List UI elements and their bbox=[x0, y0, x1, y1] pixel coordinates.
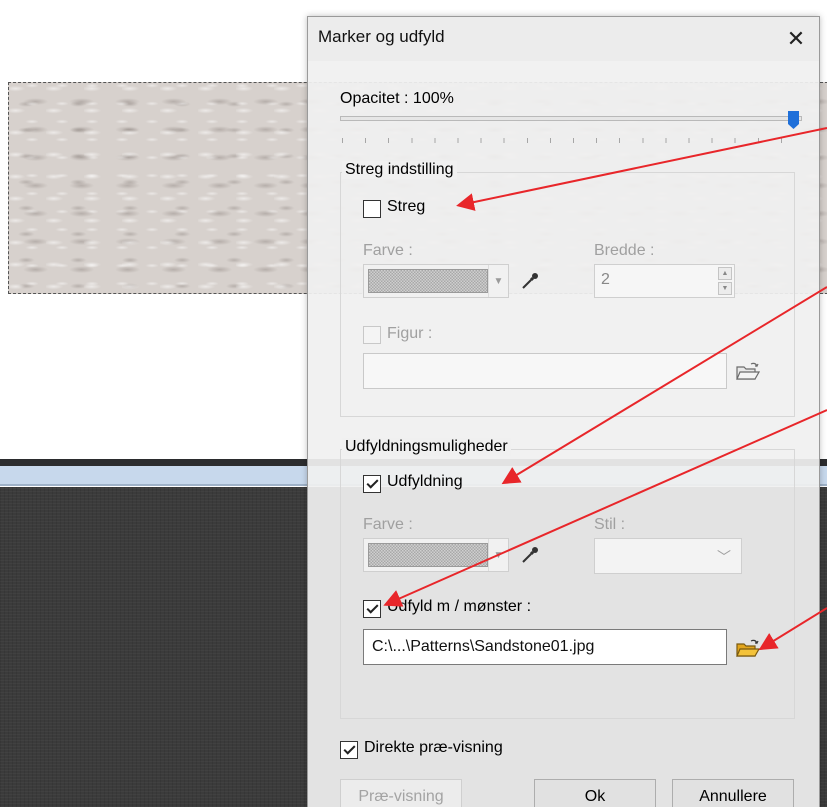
chevron-down-icon[interactable]: ▼ bbox=[488, 265, 508, 297]
stroke-width-value: 2 bbox=[601, 271, 610, 288]
fill-checkbox-label: Udfyldning bbox=[387, 473, 463, 490]
folder-open-icon[interactable] bbox=[736, 639, 760, 659]
chevron-down-icon[interactable]: ▼ bbox=[488, 539, 508, 571]
cancel-button[interactable]: Annullere bbox=[672, 779, 794, 807]
eyedropper-icon[interactable] bbox=[520, 545, 540, 565]
live-preview-label: Direkte præ-visning bbox=[364, 739, 503, 756]
fill-dialog: Marker og udfyld ✕ Opacitet : 100% Streg… bbox=[307, 16, 820, 807]
stroke-color-label: Farve : bbox=[363, 242, 413, 259]
fill-color-swatch bbox=[368, 543, 488, 567]
stroke-width-spinner[interactable]: 2 ▲ ▼ bbox=[594, 264, 735, 298]
fill-checkbox[interactable] bbox=[363, 475, 381, 493]
spin-down-icon[interactable]: ▼ bbox=[718, 282, 732, 295]
pattern-path-value: C:\...\Patterns\Sandstone01.jpg bbox=[372, 638, 595, 655]
stroke-color-combo[interactable]: ▼ bbox=[363, 264, 509, 298]
stroke-width-label: Bredde : bbox=[594, 242, 655, 259]
screenshot-stage: Marker og udfyld ✕ Opacitet : 100% Streg… bbox=[0, 0, 827, 807]
dialog-titlebar[interactable]: Marker og udfyld ✕ bbox=[308, 17, 819, 61]
eyedropper-icon[interactable] bbox=[520, 271, 540, 291]
chevron-down-icon: ﹀ bbox=[717, 549, 731, 565]
figure-checkbox-label: Figur : bbox=[387, 325, 433, 342]
close-button[interactable]: ✕ bbox=[773, 17, 819, 61]
spin-up-icon[interactable]: ▲ bbox=[718, 267, 732, 280]
opacity-label: Opacitet : 100% bbox=[340, 90, 454, 107]
stroke-color-swatch bbox=[368, 269, 488, 293]
ok-button[interactable]: Ok bbox=[534, 779, 656, 807]
pattern-fill-checkbox-label: Udfyld m / mønster : bbox=[387, 598, 532, 615]
figure-checkbox[interactable] bbox=[363, 326, 381, 344]
fill-color-label: Farve : bbox=[363, 516, 413, 533]
dialog-title: Marker og udfyld bbox=[318, 27, 445, 46]
fill-color-combo[interactable]: ▼ bbox=[363, 538, 509, 572]
figure-path-field[interactable] bbox=[363, 353, 727, 389]
fill-style-select[interactable]: ﹀ bbox=[594, 538, 742, 574]
fill-style-label: Stil : bbox=[594, 516, 626, 533]
pattern-fill-checkbox[interactable] bbox=[363, 600, 381, 618]
stroke-checkbox[interactable] bbox=[363, 200, 381, 218]
opacity-slider[interactable] bbox=[340, 116, 802, 121]
fill-group-title: Udfyldningsmuligheder bbox=[342, 438, 511, 456]
folder-open-icon[interactable] bbox=[736, 362, 760, 382]
opacity-slider-ticks bbox=[342, 138, 804, 143]
live-preview-checkbox[interactable] bbox=[340, 741, 358, 759]
stroke-checkbox-label: Streg bbox=[387, 198, 426, 215]
stroke-group-title: Streg indstilling bbox=[342, 161, 457, 179]
opacity-slider-thumb[interactable] bbox=[788, 111, 799, 129]
close-icon: ✕ bbox=[786, 26, 806, 51]
pattern-path-field[interactable]: C:\...\Patterns\Sandstone01.jpg bbox=[363, 629, 727, 665]
preview-button[interactable]: Præ-visning bbox=[340, 779, 462, 807]
